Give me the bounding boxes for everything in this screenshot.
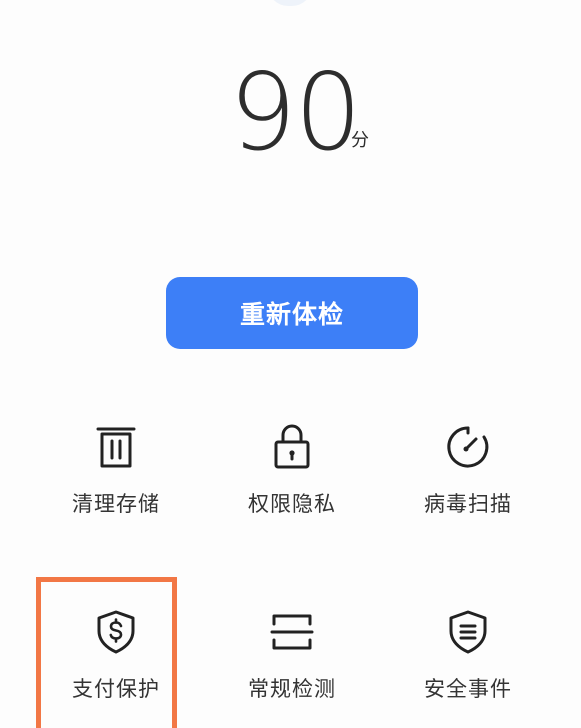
lock-icon	[268, 422, 316, 470]
scan-frame-icon	[268, 607, 316, 655]
score-unit: 分	[351, 130, 369, 151]
feature-tile-permission-privacy[interactable]: 权限隐私	[212, 410, 372, 540]
speedometer-icon	[444, 422, 492, 470]
feature-tile-routine-check[interactable]: 常规检测	[212, 595, 372, 725]
feature-tile-virus-scan[interactable]: 病毒扫描	[388, 410, 548, 540]
security-checkup-screen: 90 分 重新体检 清理存储 权限隐私 病毒扫描 支付保护 常规检测 安全事件	[0, 0, 581, 728]
score-value: 90	[229, 51, 362, 174]
shield-list-icon	[444, 607, 492, 655]
shield-dollar-icon	[92, 607, 140, 655]
top-arc-decoration	[268, 0, 312, 6]
feature-label: 病毒扫描	[424, 492, 512, 516]
feature-label: 常规检测	[248, 677, 336, 701]
feature-label: 权限隐私	[248, 492, 336, 516]
feature-tile-clean-storage[interactable]: 清理存储	[36, 410, 196, 540]
feature-label: 清理存储	[72, 492, 160, 516]
trash-icon	[92, 422, 140, 470]
feature-tile-security-events[interactable]: 安全事件	[388, 595, 548, 725]
feature-label: 安全事件	[424, 677, 512, 701]
score-display: 90 分	[0, 58, 581, 168]
feature-label: 支付保护	[72, 677, 160, 701]
recheck-button[interactable]: 重新体检	[166, 277, 418, 349]
feature-tile-payment-protection[interactable]: 支付保护	[36, 595, 196, 725]
